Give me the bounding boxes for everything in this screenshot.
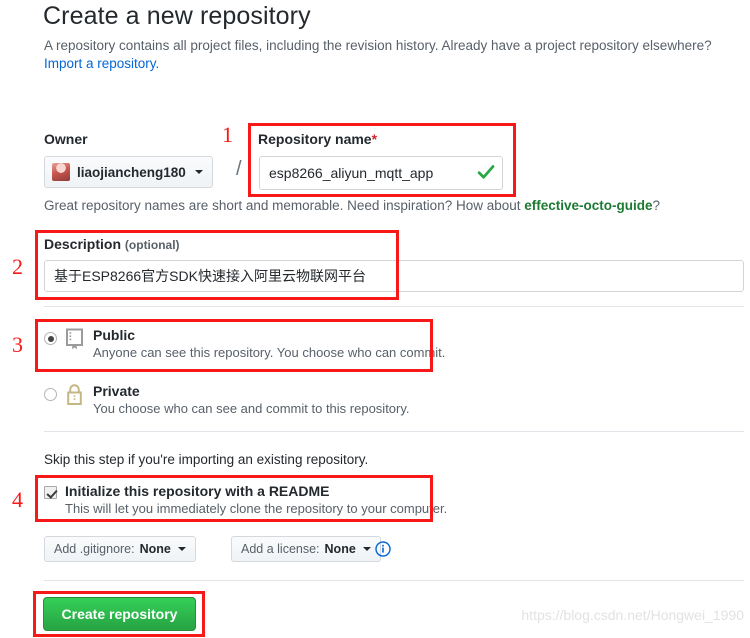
annotation-number-2: 2 (12, 254, 23, 279)
visibility-option-public[interactable]: Public Anyone can see this repository. Y… (44, 327, 445, 361)
gitignore-value-label: None (139, 542, 171, 556)
description-label: Description (optional) (44, 236, 180, 252)
hint-suffix: ? (652, 198, 661, 213)
info-icon[interactable] (375, 541, 391, 557)
page-title: Create a new repository (43, 2, 311, 30)
divider-after-description (44, 306, 744, 307)
license-value-label: None (324, 542, 356, 556)
license-prefix-label: Add a license: (241, 542, 320, 556)
initialize-readme-row[interactable]: Initialize this repository with a README… (44, 482, 447, 517)
book-icon (66, 328, 83, 350)
hint-prefix: Great repository names are short and mem… (44, 198, 525, 213)
visibility-option-private[interactable]: Private You choose who can see and commi… (44, 383, 410, 417)
visibility-public-title: Public (93, 327, 136, 343)
repository-name-hint: Great repository names are short and mem… (44, 198, 660, 213)
visibility-public-text: Public Anyone can see this repository. Y… (93, 327, 445, 361)
watermark: https://blog.csdn.net/Hongwei_1990 (521, 607, 744, 623)
required-marker: * (371, 131, 378, 147)
visibility-private-title: Private (93, 383, 140, 399)
chevron-down-icon (362, 547, 371, 551)
create-repository-button[interactable]: Create repository (43, 597, 196, 631)
import-repository-link[interactable]: Import a repository. (44, 56, 159, 71)
gitignore-prefix-label: Add .gitignore: (54, 542, 135, 556)
chevron-down-icon (194, 170, 203, 174)
radio-public[interactable] (44, 332, 57, 345)
owner-name-label: liaojiancheng180 (77, 164, 186, 180)
lock-icon (67, 384, 82, 405)
user-avatar-icon (52, 163, 70, 181)
repository-name-label-text: Repository name (258, 131, 372, 147)
annotation-number-4: 4 (12, 487, 23, 512)
owner-repo-separator: / (236, 158, 242, 180)
skip-step-text: Skip this step if you're importing an ex… (44, 452, 369, 467)
initialize-readme-label: Initialize this repository with a README (65, 483, 330, 499)
annotation-number-1: 1 (222, 122, 233, 147)
repository-name-label: Repository name* (258, 131, 377, 147)
description-input[interactable] (44, 260, 744, 292)
initialize-readme-checkbox[interactable] (44, 486, 57, 499)
repository-name-input[interactable] (259, 156, 503, 190)
radio-private[interactable] (44, 388, 57, 401)
initialize-readme-description: This will let you immediately clone the … (65, 501, 448, 516)
visibility-public-description: Anyone can see this repository. You choo… (93, 345, 446, 360)
owner-label: Owner (44, 131, 88, 147)
initialize-readme-text: Initialize this repository with a README… (65, 482, 447, 517)
annotation-number-3: 3 (12, 332, 23, 357)
divider-before-submit (44, 580, 744, 581)
chevron-down-icon (177, 547, 186, 551)
description-optional-label: (optional) (124, 238, 180, 252)
owner-dropdown-button[interactable]: liaojiancheng180 (44, 156, 213, 188)
page-subtitle: A repository contains all project files,… (44, 38, 712, 53)
divider-after-visibility (44, 431, 744, 432)
visibility-private-description: You choose who can see and commit to thi… (93, 401, 410, 416)
hint-suggestion: effective-octo-guide (524, 198, 653, 213)
visibility-private-text: Private You choose who can see and commi… (93, 383, 410, 417)
gitignore-dropdown-button[interactable]: Add .gitignore: None (44, 536, 196, 562)
license-dropdown-button[interactable]: Add a license: None (231, 536, 381, 562)
description-label-text: Description (44, 236, 122, 252)
